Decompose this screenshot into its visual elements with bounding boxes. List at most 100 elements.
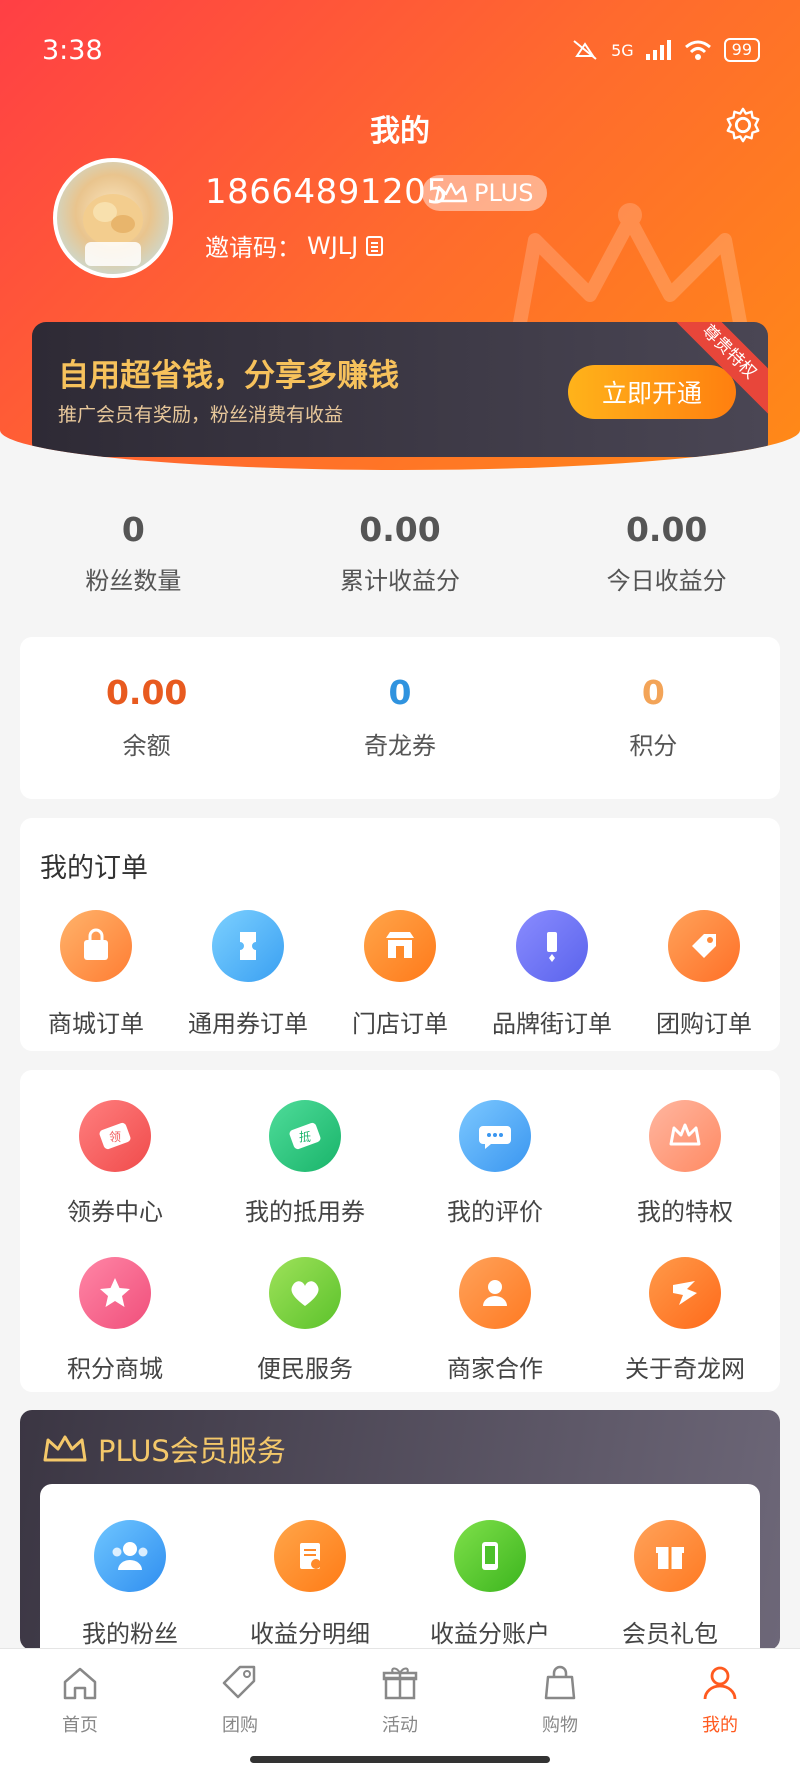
mute-icon [573,40,597,60]
plus-items: 我的粉丝 收益分明细 收益分账户 会员礼包 [40,1484,760,1650]
plus-member-gift[interactable]: 会员礼包 [580,1484,760,1650]
signal-icon [645,40,671,60]
plus-my-fans[interactable]: 我的粉丝 [40,1484,220,1650]
service-label: 积分商城 [67,1355,163,1383]
services-card: 领 领券中心 抵 我的抵用券 我的评价 我的特权 积分商城 便民服务 商家合作 … [20,1070,780,1392]
order-store[interactable]: 门店订单 [324,910,476,1039]
service-label: 我的抵用券 [245,1198,365,1226]
stat-value: 0 [121,510,145,549]
receipt-icon [274,1520,346,1592]
plus-badge: PLUS [422,175,548,211]
stat-today-earnings[interactable]: 0.00 今日收益分 [533,510,800,596]
wallet-value: 0 [641,673,665,712]
copy-icon[interactable] [364,234,386,258]
fans-icon [94,1520,166,1592]
plus-service-section: PLUS会员服务 我的粉丝 收益分明细 收益分账户 会员礼包 [20,1410,780,1650]
bag-icon [60,910,132,982]
wallet-label: 积分 [629,732,678,760]
ticket-icon [212,910,284,982]
service-points-mall[interactable]: 积分商城 [20,1257,210,1384]
flag-icon [516,910,588,982]
avatar[interactable] [53,158,173,278]
stat-total-earnings[interactable]: 0.00 累计收益分 [267,510,534,596]
promo-banner[interactable]: 自用超省钱，分享多赚钱 推广会员有奖励，粉丝消费有收益 立即开通 尊贵特权 [32,322,768,457]
service-coupon-center[interactable]: 领 领券中心 [20,1100,210,1227]
stat-label: 累计收益分 [340,567,460,595]
stat-value: 0.00 [359,510,441,549]
wallet-value: 0.00 [105,673,188,712]
service-label: 关于奇龙网 [625,1355,745,1383]
nav-home[interactable]: 首页 [0,1649,160,1778]
orders-title: 我的订单 [40,853,148,884]
open-membership-button[interactable]: 立即开通 [568,365,736,419]
wallet-balance[interactable]: 0.00 余额 [20,637,273,799]
wallet-coupons[interactable]: 0 奇龙券 [273,637,526,799]
network-label: 5G [611,40,634,60]
gift-icon [634,1520,706,1592]
plus-section-title-row: PLUS会员服务 [42,1428,286,1470]
chat-icon [459,1100,531,1172]
nav-label: 团购 [222,1715,258,1736]
service-about[interactable]: 关于奇龙网 [590,1257,780,1384]
wallet-label: 奇龙券 [363,732,436,760]
tag-icon [668,910,740,982]
stat-label: 今日收益分 [606,567,727,595]
stat-fans[interactable]: 0 粉丝数量 [0,510,267,596]
wallet-label: 余额 [122,732,171,760]
tag-icon [222,1665,256,1699]
service-my-reviews[interactable]: 我的评价 [400,1100,590,1227]
svg-text:领: 领 [109,1130,121,1144]
nav-label: 活动 [382,1715,418,1736]
shopping-bag-icon [544,1665,576,1700]
service-merchant-cooperation[interactable]: 商家合作 [400,1257,590,1384]
crown-icon [649,1100,721,1172]
order-group-buy[interactable]: 团购订单 [628,910,780,1039]
plus-label: 会员礼包 [622,1620,718,1648]
stat-value: 0.00 [625,510,708,549]
page-title: 我的 [370,114,430,149]
invite-label: 邀请码： [205,234,301,262]
nav-label: 首页 [62,1715,98,1736]
order-brand-street[interactable]: 品牌街订单 [476,910,628,1039]
wallet-points[interactable]: 0 积分 [527,637,780,799]
voucher-icon: 抵 [269,1100,341,1172]
stat-label: 粉丝数量 [85,567,182,595]
wifi-icon [684,40,711,60]
avatar-image [83,194,143,266]
service-label: 我的评价 [447,1198,543,1226]
service-label: 商家合作 [447,1355,543,1383]
plus-earnings-detail[interactable]: 收益分明细 [220,1484,400,1650]
invite-code: WJLJ [307,231,359,260]
order-label: 门店订单 [352,1010,448,1038]
service-label: 便民服务 [257,1355,353,1383]
service-convenience[interactable]: 便民服务 [210,1257,400,1384]
coupon-icon: 领 [79,1100,151,1172]
svg-text:抵: 抵 [299,1130,311,1144]
status-bar: 3:38 5G 99 [42,30,760,70]
plus-earnings-account[interactable]: 收益分账户 [400,1484,580,1650]
user-phone: 18664891205 [205,172,449,212]
plus-badge-label: PLUS [474,179,534,207]
profile-header: 3:38 5G 99 我的 18664891205 PLUS 邀请码： WJLJ… [0,0,800,470]
crown-icon [43,1435,87,1462]
logo-icon [649,1257,721,1329]
stats-row: 0 粉丝数量 0.00 累计收益分 0.00 今日收益分 [0,510,800,596]
order-label: 品牌街订单 [492,1010,612,1038]
service-my-vouchers[interactable]: 抵 我的抵用券 [210,1100,400,1227]
order-label: 团购订单 [656,1010,752,1038]
service-my-privileges[interactable]: 我的特权 [590,1100,780,1227]
star-icon [79,1257,151,1329]
gift-icon [382,1667,418,1700]
nav-mine[interactable]: 我的 [640,1649,800,1778]
orders-card: 我的订单 商城订单 通用券订单 门店订单 品牌街订单 团购订单 [20,818,780,1051]
service-label: 我的特权 [637,1198,733,1226]
plus-label: 收益分明细 [250,1620,370,1648]
wallet-value: 0 [388,673,412,712]
order-label: 商城订单 [48,1010,144,1038]
gear-icon[interactable] [724,106,762,144]
home-icon [63,1667,97,1700]
order-mall[interactable]: 商城订单 [20,910,172,1039]
store-icon [364,910,436,982]
invite-code-row: 邀请码： WJLJ [205,228,386,263]
order-general-coupon[interactable]: 通用券订单 [172,910,324,1039]
